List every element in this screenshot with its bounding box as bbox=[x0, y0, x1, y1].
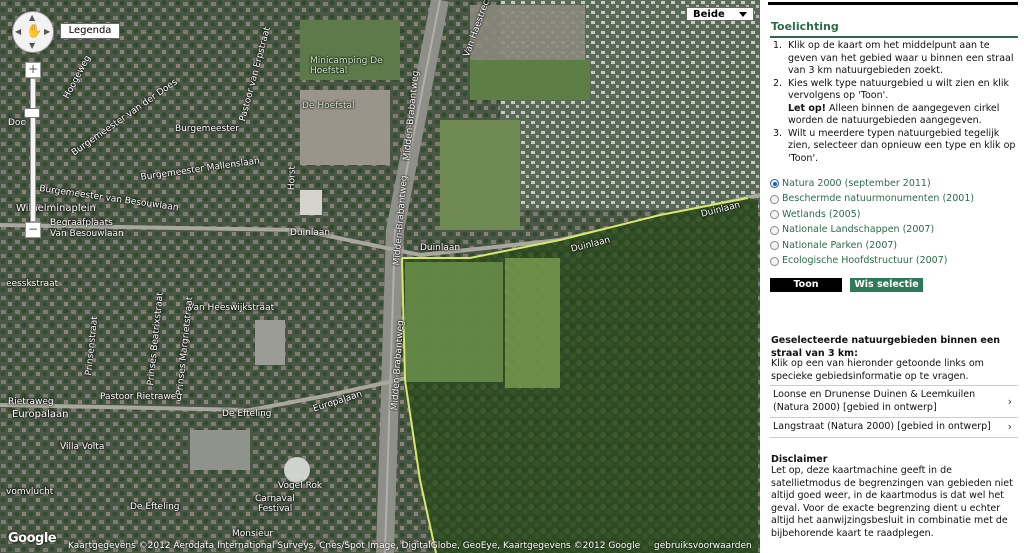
legend-button[interactable]: Legenda bbox=[60, 23, 120, 39]
result-link[interactable]: Langstraat (Natura 2000) [gebied in ontw… bbox=[770, 417, 1018, 438]
map-label-poi: De Hoefstal bbox=[302, 101, 355, 111]
selected-areas-title: Geselecteerde natuurgebieden binnen een … bbox=[771, 335, 1001, 359]
result-label[interactable]: Langstraat (Natura 2000) [gebied in ontw… bbox=[773, 421, 991, 432]
radio-option-nationale-parken[interactable]: Nationale Parken (2007) bbox=[770, 238, 1020, 254]
hand-icon: ✋ bbox=[26, 24, 43, 39]
map-label-place: De Efteling bbox=[222, 409, 272, 419]
map-label-place: Wilhelminaplein bbox=[16, 203, 96, 214]
map-attribution: Kaartgegevens ©2012 Aerodata Internation… bbox=[68, 541, 641, 551]
panel-title: Toelichting bbox=[771, 20, 839, 33]
map-label-place: vomvlucht bbox=[6, 487, 54, 497]
radio-label[interactable]: Natura 2000 (september 2011) bbox=[782, 178, 931, 191]
terms-of-use-link[interactable]: gebruiksvoorwaarden bbox=[654, 541, 752, 551]
panel-top-rule bbox=[768, 2, 1018, 5]
map-label-place: Festival bbox=[258, 504, 293, 514]
zoom-slider-track[interactable] bbox=[30, 78, 36, 222]
radio-label[interactable]: Beschermde natuurmonumenten (2001) bbox=[782, 193, 974, 206]
step-text: Kies welk type natuurgebied u wilt zien … bbox=[788, 77, 1010, 102]
radio-label[interactable]: Wetlands (2005) bbox=[782, 209, 860, 222]
radio-option-natura-2000[interactable]: Natura 2000 (september 2011) bbox=[770, 176, 1020, 192]
google-logo[interactable]: Google bbox=[8, 531, 57, 546]
step-number: 2. bbox=[773, 77, 783, 89]
radio-option-ecologische-hoofdstructuur[interactable]: Ecologische Hoofdstructuur (2007) bbox=[770, 254, 1020, 270]
chevron-down-icon bbox=[739, 12, 747, 17]
radio-label[interactable]: Ecologische Hoofdstructuur (2007) bbox=[782, 255, 947, 268]
map-type-dropdown[interactable]: Beide bbox=[686, 7, 754, 21]
step-number: 1. bbox=[773, 40, 783, 51]
panel-title-rule bbox=[770, 36, 1018, 38]
step-text: Wilt u meerdere typen natuurgebied tegel… bbox=[788, 127, 1016, 164]
map-label-road: Europalaan bbox=[12, 409, 69, 420]
clear-selection-button[interactable]: Wis selectie bbox=[850, 278, 923, 292]
radio-button[interactable] bbox=[770, 194, 779, 204]
radio-label[interactable]: Nationale Parken (2007) bbox=[782, 240, 897, 253]
instruction-list: 1. Klik op de kaart om het middelpunt aa… bbox=[773, 40, 1019, 165]
pan-left-icon[interactable]: ◀ bbox=[15, 28, 21, 36]
zoom-slider-handle[interactable] bbox=[24, 108, 40, 118]
chevron-right-icon[interactable]: › bbox=[1008, 395, 1012, 408]
result-list: Loonse en Drunense Duinen & Leemkuilen (… bbox=[770, 385, 1018, 438]
radio-button[interactable] bbox=[770, 210, 779, 220]
radio-option-wetlands[interactable]: Wetlands (2005) bbox=[770, 207, 1020, 223]
map-label-street: Pastoor Rietraweg bbox=[100, 392, 182, 402]
zoom-in-button[interactable]: + bbox=[25, 62, 41, 78]
instruction-step: 1. Klik op de kaart om het middelpunt aa… bbox=[773, 40, 1019, 78]
map-label-street: Van Heeswijkstraat bbox=[188, 303, 275, 313]
nature-type-radio-group: Natura 2000 (september 2011) Beschermde … bbox=[770, 176, 1020, 269]
radio-option-nationale-landschappen[interactable]: Nationale Landschappen (2007) bbox=[770, 223, 1020, 239]
pan-right-icon[interactable]: ▶ bbox=[44, 28, 50, 36]
satellite-map[interactable]: Hoogeweg Burgemeester van der Does Burge… bbox=[0, 0, 760, 553]
step-number: 3. bbox=[773, 127, 783, 139]
map-label-street: Rietraweg bbox=[8, 397, 54, 407]
pan-down-icon[interactable]: ▼ bbox=[29, 42, 35, 50]
map-label-poi: Minicamping De Hoefstal bbox=[310, 56, 383, 76]
map-label-place: Doc bbox=[8, 118, 26, 128]
map-label-place: Carnaval bbox=[255, 494, 295, 504]
map-label-street: Horst bbox=[287, 165, 298, 191]
map-label-place: Monsieur bbox=[232, 529, 274, 539]
map-label-street: eesskstraat bbox=[6, 279, 59, 289]
zoom-out-button[interactable]: − bbox=[25, 222, 41, 238]
map-label-place: Villa Volta bbox=[60, 442, 105, 452]
radio-button[interactable] bbox=[770, 225, 779, 235]
result-link[interactable]: Loonse en Drunense Duinen & Leemkuilen (… bbox=[770, 385, 1018, 417]
disclaimer-text: Let op, deze kaartmachine geeft in de sa… bbox=[771, 465, 1013, 539]
pan-up-icon[interactable]: ▲ bbox=[29, 14, 35, 22]
radio-button[interactable] bbox=[770, 179, 779, 189]
step-text: Klik op de kaart om het middelpunt aan t… bbox=[788, 40, 1014, 76]
step-note-label: Let op! bbox=[788, 102, 827, 114]
info-panel: Toelichting 1. Klik op de kaart om het m… bbox=[762, 0, 1024, 553]
map-type-value: Beide bbox=[693, 9, 725, 20]
chevron-right-icon[interactable]: › bbox=[1008, 420, 1012, 434]
map-label-place: Begraafplaats Van Besouwlaan bbox=[50, 218, 124, 239]
map-label-street: Duinlaan bbox=[290, 228, 331, 238]
map-label-place: De Efteling bbox=[130, 502, 180, 512]
instruction-step: 3. Wilt u meerdere typen natuurgebied te… bbox=[773, 128, 1019, 166]
selected-areas-help: Klik op een van hieronder getoonde links… bbox=[771, 358, 984, 382]
radio-label[interactable]: Nationale Landschappen (2007) bbox=[782, 224, 934, 237]
instruction-step: 2. Kies welk type natuurgebied u wilt zi… bbox=[773, 78, 1019, 128]
result-label[interactable]: Loonse en Drunense Duinen & Leemkuilen (… bbox=[773, 389, 975, 413]
satellite-imagery bbox=[0, 0, 760, 553]
map-label-place: Vogel Rok bbox=[278, 481, 323, 491]
show-button[interactable]: Toon bbox=[770, 278, 842, 292]
radio-option-beschermde-natuurmonumenten[interactable]: Beschermde natuurmonumenten (2001) bbox=[770, 192, 1020, 208]
map-label-street: Burgemeester bbox=[175, 124, 239, 134]
radio-button[interactable] bbox=[770, 256, 779, 266]
radio-button[interactable] bbox=[770, 241, 779, 251]
map-label-street: Duinlaan bbox=[420, 243, 461, 253]
pan-control[interactable]: ▲ ▼ ◀ ▶ ✋ bbox=[12, 11, 54, 53]
